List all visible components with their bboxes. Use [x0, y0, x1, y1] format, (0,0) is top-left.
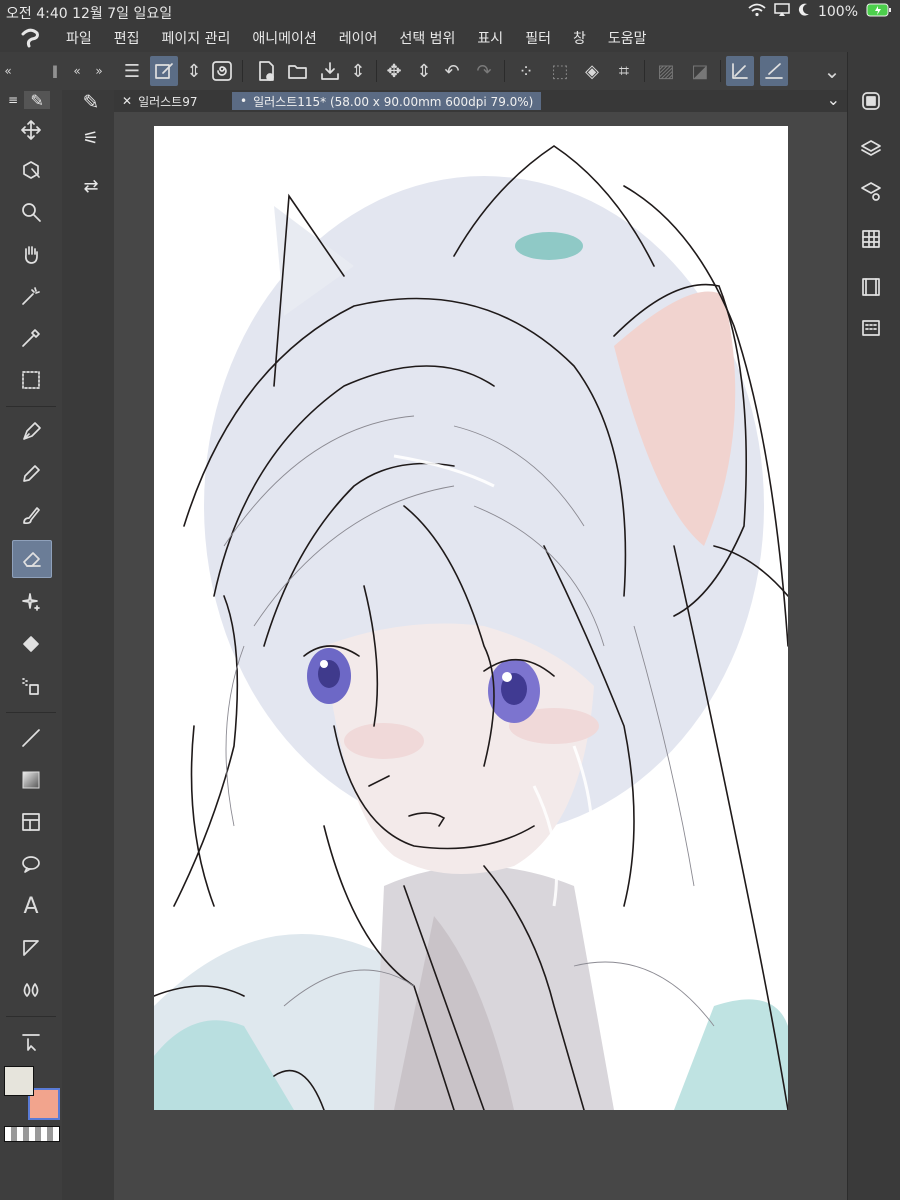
- brush-icon[interactable]: [12, 498, 50, 534]
- menu-animation[interactable]: 애니메이션: [252, 28, 316, 48]
- gradient-icon[interactable]: [12, 762, 50, 798]
- frame-border-icon[interactable]: [12, 804, 50, 840]
- wifi-icon: [748, 3, 766, 21]
- new-file-icon[interactable]: [252, 56, 280, 86]
- status-bar: 오전 4:40 12월 7일 일요일 100%: [0, 0, 900, 24]
- page-manager-icon[interactable]: [860, 316, 884, 340]
- tab-illust115[interactable]: • 일러스트115* (58.00 x 90.00mm 600dpi 79.0%…: [232, 92, 542, 110]
- line-figure-icon[interactable]: [12, 720, 50, 756]
- eraser-icon[interactable]: [12, 540, 52, 578]
- speech-balloon-icon[interactable]: [12, 846, 50, 882]
- chevron-updown-icon[interactable]: ⇕: [180, 56, 208, 86]
- invert-selection-icon[interactable]: ◪: [686, 56, 714, 86]
- hand-icon[interactable]: [12, 236, 50, 272]
- tool-tab-pen-icon[interactable]: ✎: [24, 91, 51, 110]
- menu-window[interactable]: 창: [573, 28, 586, 48]
- fill-icon[interactable]: [12, 626, 50, 662]
- menu-layer[interactable]: 레이어: [339, 28, 378, 48]
- redo-icon[interactable]: ↷: [470, 56, 498, 86]
- undo-icon[interactable]: ↶: [438, 56, 466, 86]
- layer-property-icon[interactable]: [860, 180, 884, 204]
- clear-selection-icon[interactable]: ⬚: [546, 56, 574, 86]
- menu-hamburger-icon[interactable]: ☰: [118, 56, 146, 86]
- menu-view[interactable]: 표시: [477, 28, 503, 48]
- zoom-icon[interactable]: [12, 194, 50, 230]
- menu-selection[interactable]: 선택 범위: [399, 28, 455, 48]
- collapse-left-icon[interactable]: «: [0, 56, 16, 86]
- close-icon[interactable]: ✕: [122, 94, 132, 108]
- main-color-swatch[interactable]: [4, 1066, 34, 1096]
- transparent-color-swatch[interactable]: [4, 1126, 60, 1142]
- collapse-subpanel-icon[interactable]: «: [70, 56, 84, 86]
- magic-wand-icon[interactable]: [12, 278, 50, 314]
- panel-grip-icon[interactable]: ‖: [48, 56, 62, 86]
- menu-filter[interactable]: 필터: [525, 28, 551, 48]
- moon-icon: [798, 3, 810, 21]
- palette-menu-icon[interactable]: ≡: [8, 93, 18, 107]
- operation-icon[interactable]: [12, 1024, 50, 1060]
- layers-icon[interactable]: [860, 138, 884, 162]
- open-folder-icon[interactable]: [284, 56, 312, 86]
- tab-label: 일러스트97: [138, 94, 198, 109]
- crop-icon[interactable]: ⌗: [610, 56, 638, 86]
- transform-icon[interactable]: ✥: [380, 56, 408, 86]
- artwork-illustration: [154, 145, 788, 1110]
- chevron-updown-icon[interactable]: ⇕: [344, 56, 372, 86]
- object-select-icon[interactable]: [12, 152, 50, 188]
- ruler-icon[interactable]: [12, 930, 50, 966]
- chevron-down-icon[interactable]: ⌄: [827, 90, 840, 109]
- right-dock: [847, 52, 900, 1200]
- selection-icon[interactable]: [12, 362, 50, 398]
- blend-icon[interactable]: [12, 972, 50, 1008]
- chevron-updown-icon[interactable]: ⇕: [410, 56, 438, 86]
- text-icon[interactable]: A: [12, 888, 50, 924]
- menu-bar: 파일 편집 페이지 관리 애니메이션 레이어 선택 범위 표시 필터 창 도움말: [0, 24, 900, 53]
- screen-mirror-icon: [774, 3, 790, 21]
- menu-help[interactable]: 도움말: [608, 28, 647, 48]
- app-logo-icon[interactable]: [18, 26, 42, 50]
- sub-tool-panel: ✎ ⚟ ⇄: [62, 90, 115, 1200]
- tool-palette: ≡ ✎ A: [0, 90, 63, 1200]
- timeline-icon[interactable]: [860, 276, 884, 300]
- eyedropper-icon[interactable]: [12, 320, 50, 356]
- drawing-canvas[interactable]: [154, 126, 788, 1110]
- material-icon[interactable]: [860, 228, 884, 252]
- color-swap-icon[interactable]: ⇄: [76, 176, 106, 200]
- fill-bucket-icon[interactable]: ◈: [578, 56, 606, 86]
- sparkle-decoration-icon[interactable]: [12, 584, 50, 620]
- pencil-icon[interactable]: [12, 456, 50, 492]
- menu-edit[interactable]: 편집: [114, 28, 140, 48]
- tab-illust97[interactable]: ✕ 일러스트97: [114, 92, 206, 110]
- sub-tool-pen-icon[interactable]: ✎: [76, 90, 106, 114]
- move-icon[interactable]: [12, 112, 50, 148]
- stroke-snap-icon[interactable]: [760, 56, 788, 86]
- command-bar: « ‖ « » ☰ ⇕ ⇕ ✥ ⇕ ↶ ↷ ⁘ ⬚ ◈ ⌗ ▨ ◪ ⌄ ‹ ›: [0, 52, 900, 91]
- expand-subpanel-icon[interactable]: »: [92, 56, 106, 86]
- battery-percent: 100%: [817, 4, 858, 20]
- chevron-down-icon[interactable]: ⌄: [818, 56, 846, 86]
- pen-icon[interactable]: [12, 414, 50, 450]
- spiral-logo-icon[interactable]: [208, 56, 236, 86]
- unsaved-dot-icon: •: [240, 94, 248, 108]
- tab-label: 일러스트115* (58.00 x 90.00mm 600dpi 79.0%): [253, 94, 534, 109]
- select-all-icon[interactable]: ⁘: [512, 56, 540, 86]
- menu-page-management[interactable]: 페이지 관리: [162, 28, 231, 48]
- airbrush-icon[interactable]: [12, 668, 50, 704]
- menu-file[interactable]: 파일: [66, 28, 92, 48]
- deselect-icon[interactable]: ▨: [652, 56, 680, 86]
- document-tabs: ✕ 일러스트97 • 일러스트115* (58.00 x 90.00mm 600…: [114, 90, 848, 112]
- edit-mode-icon[interactable]: [150, 56, 178, 86]
- tool-property-icon[interactable]: ⚟: [76, 128, 106, 152]
- save-icon[interactable]: [316, 56, 344, 86]
- canvas-area[interactable]: [114, 112, 848, 1200]
- battery-icon: [866, 3, 892, 21]
- ruler-snap-icon[interactable]: [726, 56, 754, 86]
- navigator-icon[interactable]: [860, 90, 884, 114]
- status-time-date: 오전 4:40 12월 7일 일요일: [6, 6, 173, 22]
